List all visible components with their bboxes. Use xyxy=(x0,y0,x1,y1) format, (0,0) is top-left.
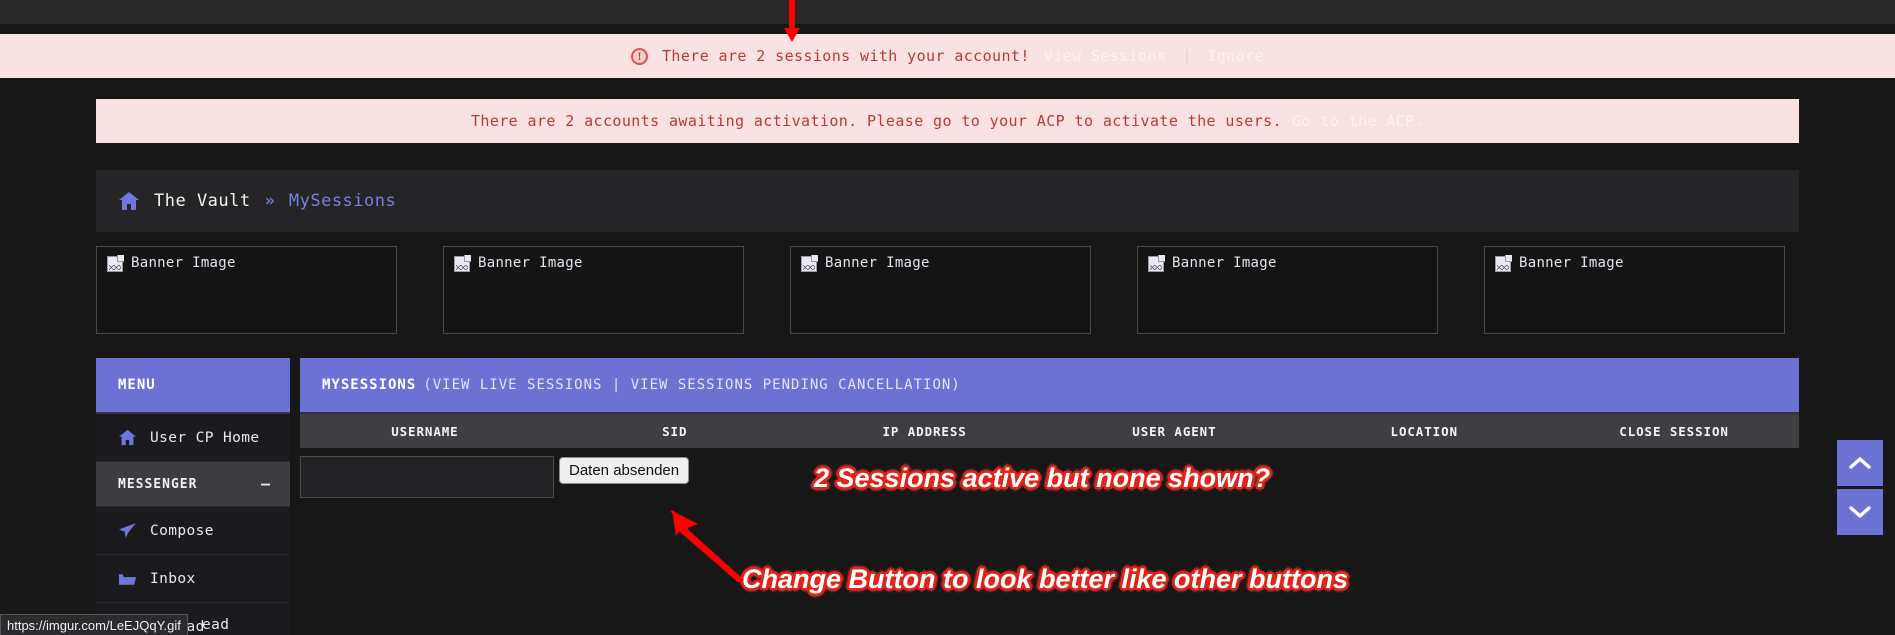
breadcrumb-root-link[interactable]: The Vault xyxy=(154,191,251,211)
activation-notification-text: There are 2 accounts awaiting activation… xyxy=(470,112,1282,130)
sessions-panel-subtitle[interactable]: (VIEW LIVE SESSIONS | VIEW SESSIONS PEND… xyxy=(416,377,960,393)
sidebar-item-label: Compose xyxy=(150,522,214,539)
sidebar-clipped-label: ead xyxy=(202,617,230,633)
broken-image-icon xyxy=(801,255,818,272)
broken-image-icon xyxy=(454,255,471,272)
scroll-to-bottom-button[interactable] xyxy=(1837,489,1883,535)
sidebar-section-messenger[interactable]: MESSENGER — xyxy=(96,462,290,507)
sidebar-item-user-cp-home[interactable]: User CP Home xyxy=(96,414,290,462)
folder-open-icon xyxy=(118,569,137,588)
banner-placeholder[interactable]: Banner Image xyxy=(443,246,744,334)
banner-row: Banner Image Banner Image Banner Image B… xyxy=(96,246,1895,338)
session-notification-text: There are 2 sessions with your account! xyxy=(661,47,1030,65)
home-icon[interactable] xyxy=(118,191,140,211)
broken-image-icon xyxy=(1148,255,1165,272)
annotation-arrow-up-left-icon xyxy=(664,508,748,584)
paper-plane-icon xyxy=(118,521,137,540)
browser-status-url: https://imgur.com/LeEJQqY.gif xyxy=(0,614,188,635)
broken-image-icon xyxy=(1495,255,1512,272)
breadcrumb: The Vault » MySessions xyxy=(96,170,1799,232)
column-header-location: LOCATION xyxy=(1390,423,1458,439)
sidebar-header-label: MENU xyxy=(118,377,156,393)
banner-alt-text: Banner Image xyxy=(478,255,583,271)
banner-placeholder[interactable]: Banner Image xyxy=(1484,246,1785,334)
activation-notification-bar: There are 2 accounts awaiting activation… xyxy=(96,99,1799,143)
banner-placeholder[interactable]: Banner Image xyxy=(1137,246,1438,334)
column-header-username: USERNAME xyxy=(391,423,459,439)
browser-chrome-band xyxy=(0,0,1895,24)
submit-button[interactable]: Daten absenden xyxy=(559,457,690,484)
sidebar-item-inbox[interactable]: Inbox xyxy=(96,555,290,603)
page-root: ! There are 2 sessions with your account… xyxy=(0,0,1895,635)
column-header-close-session: CLOSE SESSION xyxy=(1619,423,1729,439)
banner-alt-text: Banner Image xyxy=(131,255,236,271)
column-header-sid: SID xyxy=(662,423,688,439)
sidebar-header: MENU xyxy=(96,358,290,414)
chevron-up-icon xyxy=(1849,457,1871,469)
scroll-controls xyxy=(1837,440,1883,538)
scroll-to-top-button[interactable] xyxy=(1837,440,1883,486)
ignore-sessions-link[interactable]: Ignore xyxy=(1207,47,1264,65)
banner-placeholder[interactable]: Banner Image xyxy=(96,246,397,334)
view-sessions-link[interactable]: View Sessions xyxy=(1044,47,1167,65)
annotation-arrow-down-icon xyxy=(784,0,800,42)
session-notification-bar: ! There are 2 sessions with your account… xyxy=(0,34,1895,78)
banner-placeholder[interactable]: Banner Image xyxy=(790,246,1091,334)
column-header-ip-address: IP ADDRESS xyxy=(882,423,967,439)
collapse-minus-icon[interactable]: — xyxy=(261,475,270,493)
home-icon xyxy=(118,428,137,447)
sidebar-item-label: Inbox xyxy=(150,570,196,587)
chevron-down-icon xyxy=(1849,506,1871,518)
sidebar-item-compose[interactable]: Compose xyxy=(96,507,290,555)
sidebar-item-label: User CP Home xyxy=(150,429,260,446)
go-to-acp-link[interactable]: Go to the ACP. xyxy=(1292,112,1424,130)
breadcrumb-current-link[interactable]: MySessions xyxy=(289,191,396,211)
annotation-button-note: Change Button to look better like other … xyxy=(742,564,1348,594)
empty-session-cell xyxy=(300,456,554,498)
sessions-panel-header: MYSESSIONS (VIEW LIVE SESSIONS | VIEW SE… xyxy=(300,358,1799,414)
banner-alt-text: Banner Image xyxy=(825,255,930,271)
annotation-sessions-note: 2 Sessions active but none shown? xyxy=(814,463,1271,493)
sidebar: MENU User CP Home MESSENGER — Compose In… xyxy=(96,358,290,635)
column-header-user-agent: USER AGENT xyxy=(1132,423,1217,439)
banner-alt-text: Banner Image xyxy=(1172,255,1277,271)
page-title: MYSESSIONS xyxy=(322,377,417,393)
broken-image-icon xyxy=(107,255,124,272)
notification-separator: | xyxy=(1182,47,1192,65)
breadcrumb-chevron: » xyxy=(264,191,275,211)
banner-alt-text: Banner Image xyxy=(1519,255,1624,271)
alert-circle-icon: ! xyxy=(630,47,648,65)
sidebar-section-label: MESSENGER xyxy=(118,476,198,492)
table-column-headers: USERNAME SID IP ADDRESS USER AGENT LOCAT… xyxy=(300,414,1799,448)
